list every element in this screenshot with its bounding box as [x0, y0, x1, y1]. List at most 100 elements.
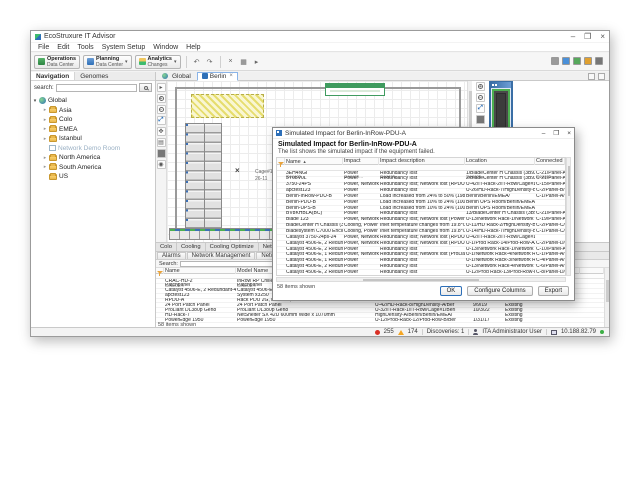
tree-item-colo[interactable]: ▸Colo — [31, 115, 155, 125]
dialog-horizontal-scrollbar[interactable] — [276, 277, 566, 282]
configure-columns-button[interactable]: Configure Columns — [467, 286, 532, 296]
layer-tab-colo[interactable]: Colo — [156, 243, 177, 251]
menu-bar: File Edit Tools System Setup Window Help — [31, 43, 609, 52]
app-title: EcoStruxure IT Advisor — [44, 33, 115, 40]
tab-global[interactable]: Global — [158, 72, 195, 81]
wrench-icon[interactable] — [551, 57, 559, 65]
redo-icon[interactable]: ↷ — [205, 57, 215, 67]
pan-tool-icon[interactable]: ✥ — [157, 127, 166, 136]
status-bar: 255 174 Discoveries: 1 ITA Administrator… — [31, 327, 609, 336]
analytics-perspective-button[interactable]: AnalyticsChanges ▾ — [135, 55, 181, 69]
export-icon[interactable] — [562, 57, 570, 65]
menu-help[interactable]: Help — [182, 44, 204, 51]
folder-icon — [49, 164, 57, 170]
zoom-fit-icon[interactable]: ⤢ — [476, 104, 485, 113]
dialog-titlebar[interactable]: Simulated Impact for Berlin-InRow-PDU-A … — [273, 128, 574, 139]
undo-icon[interactable]: ↶ — [192, 57, 202, 67]
layer-tab-cooling[interactable]: Cooling — [177, 243, 206, 251]
error-icon[interactable] — [375, 330, 380, 335]
tab-genomes[interactable]: Genomes — [75, 72, 113, 80]
rack-row[interactable] — [185, 123, 222, 237]
layer-tab-cooling-optimize[interactable]: Cooling Optimize — [206, 243, 259, 251]
tree-item-istanbul[interactable]: ▸Istanbul — [31, 134, 155, 144]
nav-search-input[interactable] — [56, 84, 137, 92]
zoom-fit-icon[interactable]: ⤢ — [157, 116, 166, 125]
export-button[interactable]: Export — [538, 286, 569, 296]
column-connected-breaker[interactable]: Connected Breaker — [535, 158, 565, 165]
canvas-tab-bar: Global Berlin× — [156, 72, 609, 81]
zoom-in-icon[interactable]: + — [157, 94, 166, 103]
tree-item-north-america[interactable]: ▸North America — [31, 153, 155, 163]
analytics-icon — [139, 58, 146, 65]
table-scrollbar[interactable] — [604, 268, 609, 329]
column-name[interactable]: Name▲ — [285, 158, 343, 165]
menu-system-setup[interactable]: System Setup — [98, 44, 150, 51]
grid-icon[interactable]: ▦ — [239, 57, 249, 67]
planning-perspective-button[interactable]: PlanningData Center ▾ — [83, 55, 131, 69]
close-tab-icon[interactable]: × — [229, 73, 233, 79]
stop-icon[interactable] — [476, 115, 485, 124]
menu-tools[interactable]: Tools — [73, 44, 97, 51]
tree-item-emea[interactable]: ▸EMEA — [31, 125, 155, 135]
filter-funnel-icon[interactable] — [157, 271, 163, 291]
import-icon[interactable] — [573, 57, 581, 65]
warning-count[interactable]: 174 — [408, 329, 418, 335]
tree-item-south-america[interactable]: ▸South America — [31, 163, 155, 173]
close-icon[interactable]: × — [600, 33, 605, 41]
tab-navigation[interactable]: Navigation — [31, 72, 75, 80]
column-impact[interactable]: Impact — [343, 158, 379, 165]
maximize-icon[interactable]: ❐ — [553, 130, 559, 137]
room-icon — [49, 145, 56, 151]
tree-item-asia[interactable]: ▸Asia — [31, 106, 155, 116]
menu-file[interactable]: File — [34, 44, 53, 51]
chevron-down-icon[interactable]: ▾ — [125, 59, 128, 65]
maximize-icon[interactable]: ❐ — [584, 33, 591, 41]
column-location[interactable]: Location — [465, 158, 535, 165]
visibility-icon[interactable]: ◉ — [157, 160, 166, 169]
operations-perspective-button[interactable]: OperationsData Center — [34, 55, 80, 69]
pointer-tool-icon[interactable]: ▸ — [157, 83, 166, 92]
filter-funnel-icon[interactable] — [278, 162, 284, 182]
error-count[interactable]: 255 — [384, 329, 394, 335]
dialog-heading: Simulated Impact for Berlin-InRow-PDU-A … — [273, 139, 574, 156]
settings-icon[interactable] — [595, 57, 603, 65]
rack-popup-titlebar[interactable] — [491, 82, 511, 88]
bottom-search-label: Search: — [159, 261, 178, 267]
folder-icon — [49, 126, 57, 132]
maximize-view-icon[interactable] — [598, 73, 605, 80]
table-row[interactable]: PowerEdge 1950PowerEdge 1950U-12/Prod-Ra… — [156, 318, 604, 323]
delete-icon[interactable]: × — [226, 57, 236, 67]
menu-edit[interactable]: Edit — [53, 44, 73, 51]
dialog-title: Simulated Impact for Berlin-InRow-PDU-A — [285, 130, 406, 137]
discoveries-status[interactable]: Discoveries: 1 — [427, 329, 465, 335]
close-icon[interactable]: × — [567, 130, 571, 137]
title-bar[interactable]: EcoStruxure IT Advisor — [31, 31, 609, 42]
warning-icon[interactable] — [398, 330, 404, 335]
tree-item-network-demo-room[interactable]: Network Demo Room — [31, 144, 155, 154]
restore-view-icon[interactable] — [588, 73, 595, 80]
minimize-icon[interactable]: – — [542, 130, 546, 137]
tree-item-global[interactable]: ▾Global — [31, 96, 155, 106]
zoom-out-icon[interactable]: − — [157, 105, 166, 114]
column-impact-description[interactable]: Impact description — [379, 158, 465, 165]
zoom-in-icon[interactable]: + — [476, 82, 485, 91]
ok-button[interactable]: OK — [440, 286, 463, 296]
hatched-zone — [191, 94, 264, 118]
tab-berlin[interactable]: Berlin× — [197, 72, 238, 81]
pointer-icon[interactable]: ▸ — [252, 57, 262, 67]
snapshot-icon[interactable] — [584, 57, 592, 65]
nav-search-button[interactable] — [139, 83, 152, 92]
dialog-vertical-scrollbar[interactable] — [566, 157, 571, 276]
tab-network-management[interactable]: Network Management — [187, 252, 256, 259]
chevron-down-icon[interactable]: ▾ — [174, 59, 177, 65]
tab-alarms[interactable]: Alarms — [157, 252, 186, 259]
table-row[interactable]: Catalyst 4506-E, 2 Redundant-4200w-BPowe… — [277, 270, 565, 276]
search-icon — [144, 86, 148, 90]
layers-icon[interactable]: ▤ — [157, 138, 166, 147]
zoom-out-icon[interactable]: − — [476, 93, 485, 102]
settings-gear-icon[interactable] — [157, 149, 166, 158]
tree-item-us[interactable]: US — [31, 172, 155, 182]
location-tree: ▾Global ▸Asia ▸Colo ▸EMEA ▸Istanbul Netw… — [31, 94, 155, 182]
minimize-icon[interactable]: – — [571, 33, 575, 41]
menu-window[interactable]: Window — [149, 44, 182, 51]
